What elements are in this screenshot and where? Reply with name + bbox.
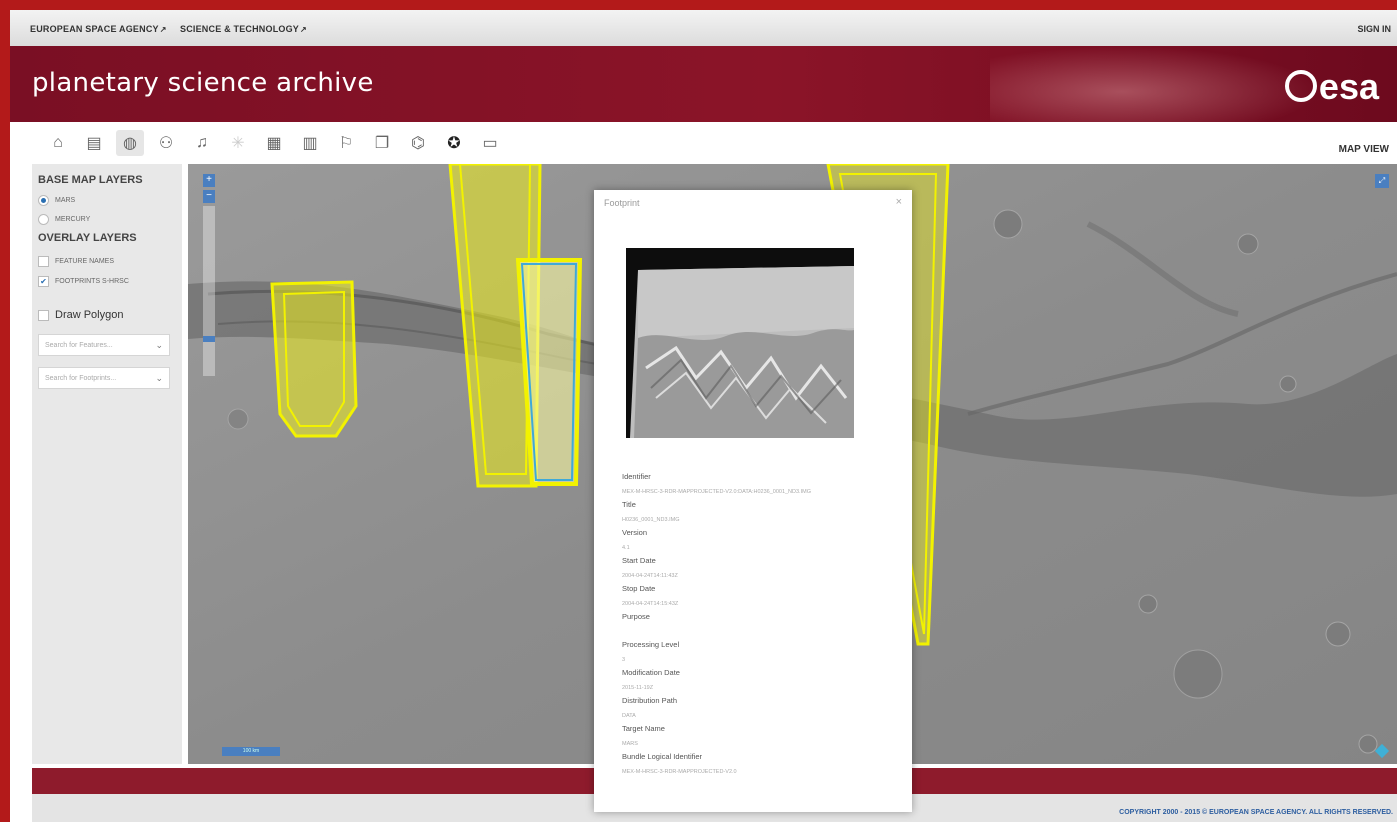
popup-title: Footprint — [604, 198, 640, 208]
field-processing-level-label: Processing Level — [622, 640, 680, 649]
fullscreen-icon[interactable]: ⤢ — [1375, 174, 1389, 188]
field-stop-date-value: 2004-04-24T14:15:43Z — [622, 601, 679, 607]
field-start-date-label: Start Date — [622, 556, 656, 565]
radio-selected-icon[interactable] — [38, 195, 49, 206]
window-icon[interactable]: ▭ — [476, 130, 504, 156]
copyright-text: COPYRIGHT 2000 - 2015 © EUROPEAN SPACE A… — [1119, 809, 1393, 816]
field-start-date-value: 2004-04-24T14:11:43Z — [622, 573, 678, 579]
field-version-label: Version — [622, 528, 648, 537]
scale-bar: 100 km — [222, 747, 280, 756]
search-features-select[interactable]: Search for Features... ⌄ — [38, 334, 170, 356]
footprint-popup: Footprint × Identifier MEX-M-HRSC-3-RDR-… — [594, 190, 912, 812]
field-stop-date-label: Stop Date — [622, 584, 656, 593]
checkbox-icon[interactable] — [38, 309, 49, 321]
base-map-heading: BASE MAP LAYERS — [38, 174, 143, 186]
signpost-icon[interactable]: ⚐ — [332, 130, 360, 156]
esa-link[interactable]: EUROPEAN SPACE AGENCY↗ — [30, 24, 167, 34]
field-purpose-label: Purpose — [622, 612, 650, 621]
document-icon[interactable]: ▦ — [260, 130, 288, 156]
field-distribution-path-value: DATA — [622, 713, 636, 719]
overlay-feature-names[interactable]: FEATURE NAMES — [38, 256, 114, 267]
field-target-name-label: Target Name — [622, 724, 665, 733]
search-footprints-select[interactable]: Search for Footprints... ⌄ — [38, 367, 170, 389]
header-banner: planetary science archive esa — [10, 46, 1397, 122]
field-target-name-value: MARS — [622, 741, 638, 747]
telescope-icon[interactable]: ⌬ — [404, 130, 432, 156]
field-processing-level-value: 3 — [622, 657, 626, 663]
base-layer-mars[interactable]: MARS — [38, 195, 75, 206]
base-layer-mercury[interactable]: MERCURY — [38, 214, 90, 225]
field-version-value: 4.1 — [622, 545, 630, 551]
field-distribution-path-label: Distribution Path — [622, 696, 678, 705]
chevron-down-icon: ⌄ — [155, 340, 163, 350]
table-icon[interactable]: ▤ — [80, 130, 108, 156]
field-bundle-id-label: Bundle Logical Identifier — [622, 752, 703, 761]
main-toolbar: ⌂ ▤ ◍ ⚇ ♫ ✳ ▦ ▥ ⚐ ❐ ⌬ ✪ ▭ MAP VIEW — [10, 122, 1397, 164]
field-identifier-value: MEX-M-HRSC-3-RDR-MAPPROJECTED-V2.0:DATA:… — [622, 489, 811, 495]
esa-logo-ring-icon — [1284, 70, 1317, 103]
field-title-label: Title — [622, 500, 636, 509]
banner-nebula-image — [990, 46, 1320, 122]
home-icon[interactable]: ⌂ — [44, 130, 72, 156]
sign-in-link[interactable]: SIGN IN — [1357, 24, 1391, 34]
close-icon[interactable]: × — [896, 196, 902, 208]
draw-polygon-toggle[interactable]: Draw Polygon — [38, 309, 123, 321]
zoom-slider[interactable] — [203, 206, 215, 376]
footprint-1[interactable] — [270, 280, 358, 438]
hrsc-image-thumbnail — [626, 248, 854, 438]
music-note-icon[interactable]: ♫ — [188, 130, 216, 156]
layer-panel: BASE MAP LAYERS MARS MERCURY OVERLAY LAY… — [32, 164, 182, 764]
binoculars-icon[interactable]: ⚇ — [152, 130, 180, 156]
field-modification-date-label: Modification Date — [622, 668, 680, 677]
radio-icon[interactable] — [38, 214, 49, 225]
checkbox-checked-icon[interactable]: ✔ — [38, 276, 49, 287]
view-label: MAP VIEW — [1338, 144, 1389, 155]
external-link-icon: ↗ — [300, 25, 307, 34]
external-link-icon: ↗ — [159, 25, 167, 34]
app-frame: EUROPEAN SPACE AGENCY↗ SCIENCE & TECHNOL… — [10, 10, 1397, 822]
footprint-thumbnail — [626, 248, 854, 438]
asterisk-icon[interactable]: ✳ — [224, 130, 252, 156]
overlay-heading: OVERLAY LAYERS — [38, 232, 137, 244]
field-purpose-value — [622, 620, 902, 634]
globe-icon[interactable]: ◍ — [116, 130, 144, 156]
footprint-metadata: Identifier MEX-M-HRSC-3-RDR-MAPPROJECTED… — [622, 466, 902, 775]
top-bar: EUROPEAN SPACE AGENCY↗ SCIENCE & TECHNOL… — [10, 10, 1397, 47]
zoom-slider-handle[interactable] — [203, 336, 215, 342]
chevron-down-icon: ⌄ — [155, 373, 163, 383]
field-title-value: H0236_0001_ND3.IMG — [622, 517, 680, 523]
lifebuoy-icon[interactable]: ✪ — [440, 130, 468, 156]
zoom-in-button[interactable]: + — [203, 174, 215, 187]
field-identifier-label: Identifier — [622, 472, 651, 481]
field-bundle-id-value: MEX-M-HRSC-3-RDR-MAPPROJECTED-V2.0 — [622, 769, 737, 775]
zoom-out-button[interactable]: − — [203, 190, 215, 203]
page-title: planetary science archive — [32, 68, 374, 98]
overlay-footprints[interactable]: ✔ FOOTPRINTS S-HRSC — [38, 276, 129, 287]
books-icon[interactable]: ▥ — [296, 130, 324, 156]
field-modification-date-value: 2015-11-19Z — [622, 685, 654, 691]
esa-logo[interactable]: esa — [1284, 66, 1379, 108]
copy-icon[interactable]: ❐ — [368, 130, 396, 156]
checkbox-icon[interactable] — [38, 256, 49, 267]
science-technology-link[interactable]: SCIENCE & TECHNOLOGY↗ — [180, 24, 307, 34]
